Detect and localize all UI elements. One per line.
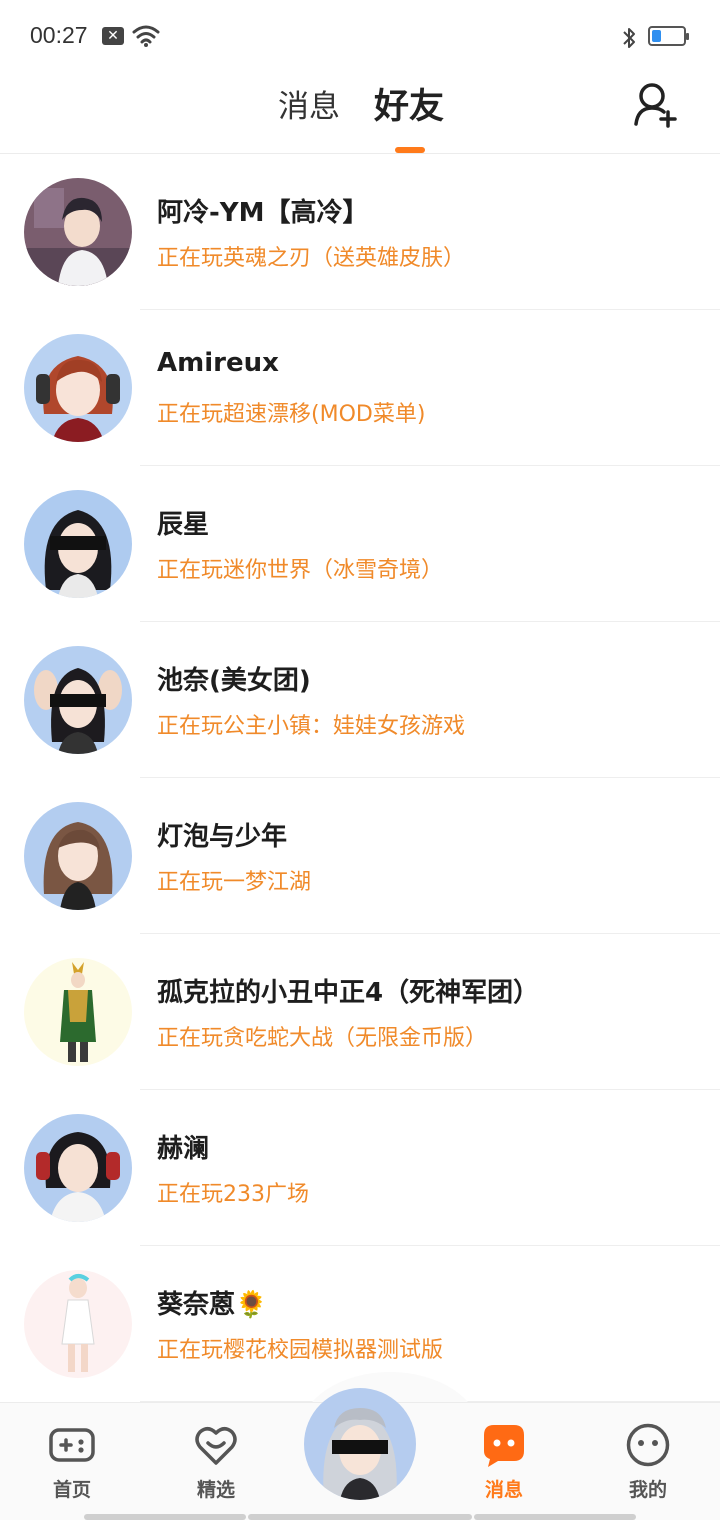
friend-status: 正在玩贪吃蛇大战（无限金币版）	[157, 1026, 488, 1051]
avatar[interactable]	[24, 1114, 132, 1222]
nav-home[interactable]: 首页	[22, 1421, 122, 1511]
friend-name: 孤克拉的小丑中正4（死神军团）	[157, 978, 540, 1008]
friend-status: 正在玩公主小镇：娃娃女孩游戏	[157, 714, 466, 739]
avatar[interactable]	[24, 490, 132, 598]
friend-status: 正在玩英魂之刃（送英雄皮肤）	[157, 246, 466, 271]
notification-x-icon: ✕	[102, 27, 124, 45]
avatar[interactable]	[24, 646, 132, 754]
friend-item[interactable]: 孤克拉的小丑中正4（死神军团） 正在玩贪吃蛇大战（无限金币版）	[0, 934, 720, 1090]
heart-chat-icon	[195, 1427, 237, 1465]
battery-icon	[648, 26, 689, 46]
home-indicator	[84, 1514, 246, 1520]
avatar[interactable]	[24, 1270, 132, 1378]
avatar[interactable]	[24, 802, 132, 910]
friend-item[interactable]: 赫澜 正在玩233广场	[0, 1090, 720, 1246]
friend-name: Amireux	[157, 348, 279, 378]
friend-item[interactable]: 池奈(美女团) 正在玩公主小镇：娃娃女孩游戏	[0, 622, 720, 778]
friend-list: 阿冷-YM【高冷】 正在玩英魂之刃（送英雄皮肤） Amireux 正在玩超速漂移…	[0, 154, 720, 1402]
battery-fill	[652, 30, 661, 42]
nav-messages[interactable]: 消息	[454, 1421, 554, 1511]
wifi-icon	[132, 25, 160, 47]
friend-status: 正在玩迷你世界（冰雪奇境）	[157, 558, 444, 583]
friend-item[interactable]: 灯泡与少年 正在玩一梦江湖	[0, 778, 720, 934]
friend-name: 池奈(美女团)	[157, 666, 311, 696]
home-indicator	[474, 1514, 636, 1520]
friend-item[interactable]: 辰星 正在玩迷你世界（冰雪奇境）	[0, 466, 720, 622]
friend-name: 葵奈蒽🌻	[157, 1290, 268, 1320]
friend-name: 阿冷-YM【高冷】	[157, 198, 369, 228]
nav-label: 精选	[196, 1479, 235, 1501]
nav-label: 消息	[484, 1479, 523, 1501]
friend-name: 辰星	[157, 510, 210, 540]
status-time: 00:27	[30, 22, 88, 48]
tab-friends[interactable]: 好友	[374, 82, 444, 132]
avatar[interactable]	[24, 334, 132, 442]
smiley-face-icon	[626, 1423, 670, 1467]
status-bar: 00:27 ✕	[0, 0, 720, 72]
friend-status: 正在玩一梦江湖	[157, 870, 312, 895]
active-tab-indicator	[395, 147, 425, 153]
add-friend-icon[interactable]	[630, 78, 682, 130]
nav-mine[interactable]: 我的	[598, 1421, 698, 1511]
friend-item[interactable]: Amireux 正在玩超速漂移(MOD菜单)	[0, 310, 720, 466]
avatar[interactable]	[24, 178, 132, 286]
avatar[interactable]	[24, 958, 132, 1066]
bluetooth-icon	[623, 28, 635, 48]
friend-status: 正在玩樱花校园模拟器测试版	[157, 1338, 444, 1363]
friend-item[interactable]: 阿冷-YM【高冷】 正在玩英魂之刃（送英雄皮肤）	[0, 154, 720, 310]
header: 消息 好友	[0, 72, 720, 154]
friend-status: 正在玩超速漂移(MOD菜单)	[157, 402, 426, 427]
message-bubble-icon	[484, 1425, 524, 1467]
friend-name: 赫澜	[157, 1134, 210, 1164]
nav-label: 我的	[628, 1479, 667, 1501]
nav-featured[interactable]: 精选	[166, 1421, 266, 1511]
home-indicator	[248, 1514, 472, 1520]
avatar-center-icon[interactable]	[304, 1388, 416, 1500]
tab-messages[interactable]: 消息	[278, 82, 340, 132]
nav-label: 首页	[52, 1479, 91, 1501]
friend-name: 灯泡与少年	[157, 822, 288, 852]
friend-status: 正在玩233广场	[157, 1182, 309, 1207]
gamepad-icon	[49, 1428, 95, 1462]
